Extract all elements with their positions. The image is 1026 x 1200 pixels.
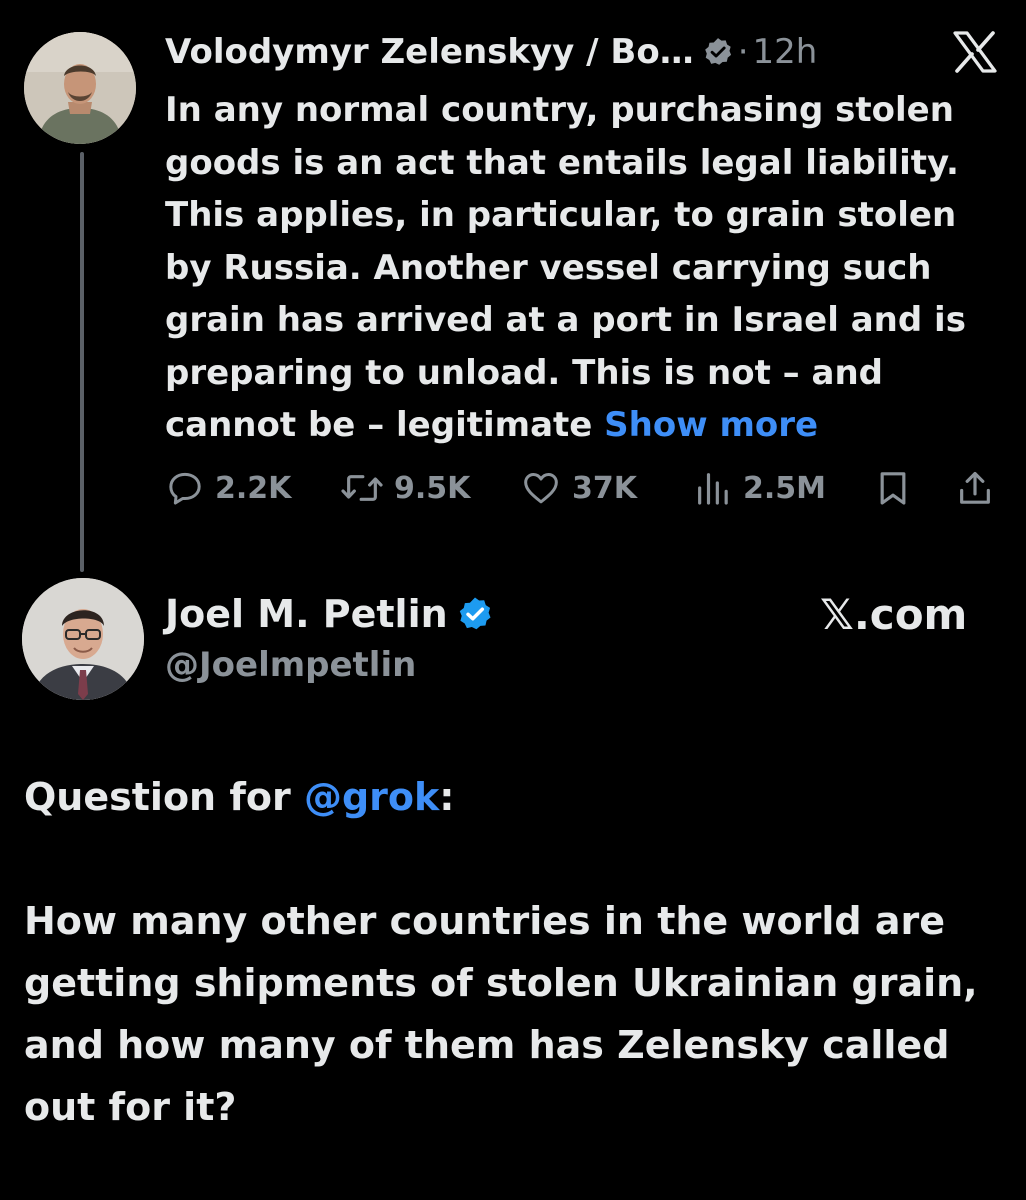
heart-icon bbox=[524, 473, 558, 504]
quoted-tweet-header: Volodymyr Zelenskyy / Bo… · 12h bbox=[165, 28, 817, 76]
zelenskyy-avatar[interactable] bbox=[24, 32, 136, 144]
share-upload-icon bbox=[960, 471, 990, 504]
views-action[interactable]: 2.5M bbox=[693, 462, 826, 514]
view-count: 2.5M bbox=[743, 470, 826, 506]
zelenskyy-avatar-image bbox=[24, 32, 136, 144]
reply-author-row: Joel M. Petlin bbox=[165, 586, 494, 642]
quoted-tweet[interactable]: Volodymyr Zelenskyy / Bo… · 12h In any n… bbox=[0, 0, 1026, 580]
repost-arrows-icon bbox=[341, 475, 383, 501]
like-action[interactable]: 37K bbox=[520, 462, 637, 514]
grok-mention-link[interactable]: @grok bbox=[304, 775, 439, 819]
reply-count: 2.2K bbox=[215, 470, 292, 506]
tweet-action-bar: 2.2K 9.5K 37K 2.5M bbox=[165, 462, 1005, 514]
bookmark-action[interactable] bbox=[873, 462, 923, 514]
bar-chart-icon bbox=[698, 473, 728, 505]
verified-gray-badge-icon bbox=[704, 38, 731, 65]
quoted-time-ago[interactable]: 12h bbox=[753, 28, 818, 76]
reply-tweet-text: Question for @grok: How many other count… bbox=[24, 766, 1014, 1138]
reply-author-handle[interactable]: @Joelmpetlin bbox=[165, 640, 416, 690]
reply-text-colon: : bbox=[439, 775, 455, 819]
x-com-brand-label: 𝕏.com bbox=[820, 589, 968, 639]
repost-action[interactable]: 9.5K bbox=[340, 462, 470, 514]
reply-intro-line: Question for @grok: bbox=[24, 766, 1014, 828]
x-logo-icon bbox=[950, 28, 1000, 76]
speech-bubble-icon bbox=[169, 472, 201, 505]
header-separator: · bbox=[737, 32, 749, 72]
reply-action[interactable]: 2.2K bbox=[165, 462, 291, 514]
repost-count: 9.5K bbox=[394, 470, 471, 506]
reply-text-prefix: Question for bbox=[24, 775, 304, 819]
reply-question-text: How many other countries in the world ar… bbox=[24, 899, 978, 1129]
verified-blue-badge-icon bbox=[459, 597, 491, 630]
quoted-tweet-text: In any normal country, purchasing stolen… bbox=[165, 84, 995, 452]
share-action[interactable] bbox=[955, 462, 1005, 514]
thread-connector-line bbox=[80, 152, 84, 572]
reply-author-name[interactable]: Joel M. Petlin bbox=[165, 592, 448, 636]
quoted-tweet-body-text: In any normal country, purchasing stolen… bbox=[165, 90, 966, 445]
like-count: 37K bbox=[572, 470, 637, 506]
petlin-avatar[interactable] bbox=[22, 578, 144, 700]
show-more-link[interactable]: Show more bbox=[604, 405, 818, 445]
bookmark-icon bbox=[880, 472, 906, 505]
quoted-author-name[interactable]: Volodymyr Zelenskyy / Bo… bbox=[165, 28, 694, 76]
petlin-avatar-image bbox=[22, 578, 144, 700]
